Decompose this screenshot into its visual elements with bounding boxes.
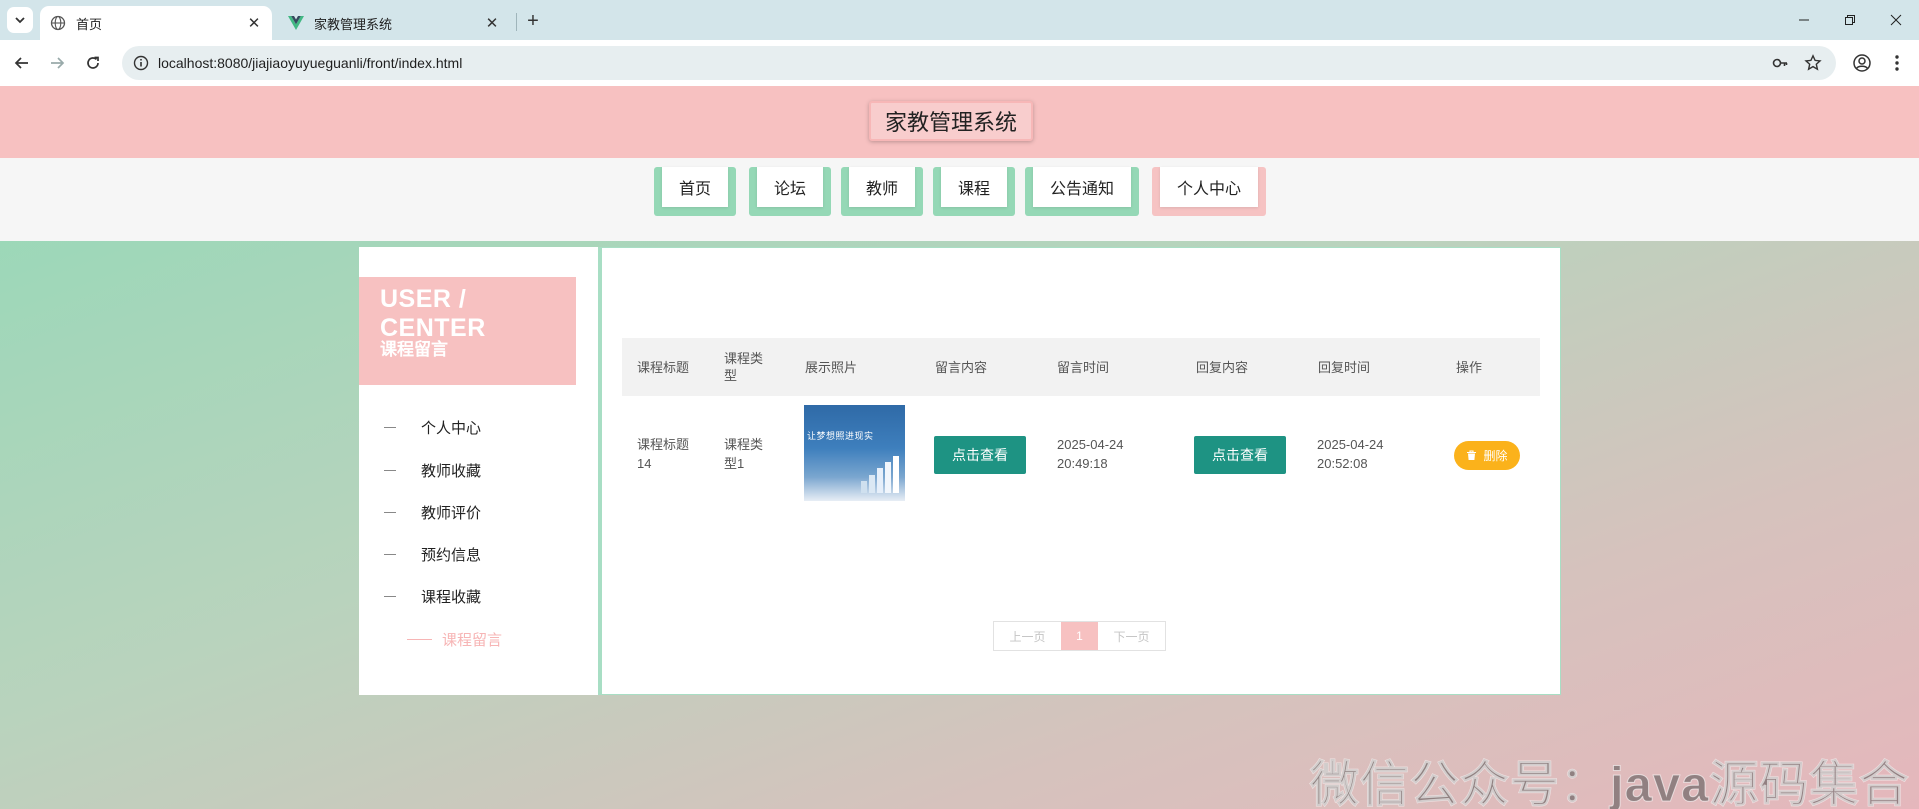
sidebar-subtitle: 课程留言 xyxy=(380,340,448,359)
arrow-right-icon xyxy=(51,57,65,69)
minimize-icon xyxy=(1799,19,1809,21)
photo-graphic xyxy=(861,456,899,493)
globe-icon xyxy=(50,15,66,31)
site-info-icon[interactable] xyxy=(132,54,150,72)
site-title: 家教管理系统 xyxy=(869,101,1033,141)
nav-item-courses[interactable]: 课程 xyxy=(933,167,1015,216)
new-tab-button[interactable]: + xyxy=(520,8,546,34)
browser-tab-home[interactable]: 首页 ✕ xyxy=(40,6,272,40)
cell-reply-time: 2025-04-24 20:52:08 xyxy=(1317,437,1384,471)
back-button[interactable] xyxy=(10,51,34,75)
chevron-down-icon xyxy=(15,17,25,24)
more-menu-icon[interactable] xyxy=(1885,51,1909,75)
sidebar-item-appointments[interactable]: 预约信息 xyxy=(384,542,481,566)
url-text[interactable]: localhost:8080/jiajiaoyuyueguanli/front/… xyxy=(158,55,462,71)
address-bar[interactable]: localhost:8080/jiajiaoyuyueguanli/front/… xyxy=(122,46,1836,80)
reload-icon xyxy=(87,56,99,69)
browser-tab-system[interactable]: 家教管理系统 ✕ xyxy=(278,6,510,40)
sidebar-item-course-favorites[interactable]: 课程收藏 xyxy=(384,584,481,608)
view-reply-button[interactable]: 点击查看 xyxy=(1194,436,1286,474)
sidebar-item-course-messages[interactable]: 课程留言 xyxy=(407,627,502,651)
sidebar-item-profile[interactable]: 个人中心 xyxy=(384,415,481,439)
table-header: 课程标题 课程类型 展示照片 留言内容 留言时间 回复内容 回复时间 操作 xyxy=(622,338,1540,396)
course-photo-thumbnail: 让梦想照进现实 xyxy=(804,405,905,501)
restore-button[interactable] xyxy=(1827,0,1873,40)
column-header: 留言内容 xyxy=(935,359,988,375)
tab-label: 家教管理系统 xyxy=(314,16,393,32)
page-content: 家教管理系统 首页 论坛 教师 课程 公告通知 个人中心 USER / CENT… xyxy=(0,86,1919,809)
nav-item-forum[interactable]: 论坛 xyxy=(749,167,831,216)
restore-icon xyxy=(1845,15,1855,25)
next-page-button[interactable]: 下一页 xyxy=(1098,622,1165,650)
user-center-sidebar: USER / CENTER 课程留言 个人中心 教师收藏 教师评价 预约信息 课… xyxy=(359,247,599,695)
nav-item-user-center[interactable]: 个人中心 xyxy=(1152,167,1266,216)
column-header: 课程标题 xyxy=(637,359,690,375)
sidebar-header: USER / CENTER 课程留言 xyxy=(359,277,576,385)
column-header: 留言时间 xyxy=(1057,359,1110,375)
column-header: 回复内容 xyxy=(1196,359,1249,375)
close-window-button[interactable] xyxy=(1873,0,1919,40)
browser-tabstrip: 首页 ✕ 家教管理系统 ✕ + xyxy=(0,0,1919,40)
column-header: 回复时间 xyxy=(1318,359,1371,375)
cell-message-time: 2025-04-24 20:49:18 xyxy=(1057,437,1124,471)
column-header: 课程类型 xyxy=(724,351,764,383)
photo-caption: 让梦想照进现实 xyxy=(807,431,874,441)
tab-separator xyxy=(516,13,517,31)
column-header: 展示照片 xyxy=(805,359,858,375)
arrow-left-icon xyxy=(14,57,28,69)
vue-logo-icon xyxy=(288,15,304,31)
minimize-button[interactable] xyxy=(1781,0,1827,40)
view-message-button[interactable]: 点击查看 xyxy=(934,436,1026,474)
close-icon xyxy=(1890,14,1902,26)
tab-label: 首页 xyxy=(76,16,103,32)
password-key-icon[interactable] xyxy=(1768,51,1792,75)
delete-button[interactable]: 删除 xyxy=(1454,441,1520,470)
pagination: 上一页 1 下一页 xyxy=(993,621,1166,651)
browser-toolbar: localhost:8080/jiajiaoyuyueguanli/front/… xyxy=(0,40,1919,86)
cell-course-type: 课程类型1 xyxy=(724,437,764,471)
trash-icon xyxy=(1467,450,1477,460)
cell-course-title: 课程标题14 xyxy=(637,437,690,471)
forward-button[interactable] xyxy=(45,51,69,75)
nav-item-notices[interactable]: 公告通知 xyxy=(1025,167,1139,216)
column-header: 操作 xyxy=(1456,359,1483,375)
close-icon[interactable]: ✕ xyxy=(244,13,264,33)
watermark-text: 微信公众号：java源码集合 xyxy=(1309,758,1910,809)
bookmark-star-icon[interactable] xyxy=(1801,51,1825,75)
reload-button[interactable] xyxy=(81,51,105,75)
profile-avatar-icon[interactable] xyxy=(1850,51,1874,75)
sidebar-item-teacher-favorites[interactable]: 教师收藏 xyxy=(384,458,481,482)
sidebar-item-teacher-reviews[interactable]: 教师评价 xyxy=(384,500,481,524)
close-icon[interactable]: ✕ xyxy=(482,13,502,33)
prev-page-button[interactable]: 上一页 xyxy=(994,622,1061,650)
page-number-current[interactable]: 1 xyxy=(1061,622,1098,650)
site-header: 家教管理系统 xyxy=(0,86,1919,158)
tab-search-button[interactable] xyxy=(7,7,33,33)
delete-label: 删除 xyxy=(1483,449,1508,463)
nav-item-home[interactable]: 首页 xyxy=(654,167,736,216)
nav-item-teachers[interactable]: 教师 xyxy=(841,167,923,216)
